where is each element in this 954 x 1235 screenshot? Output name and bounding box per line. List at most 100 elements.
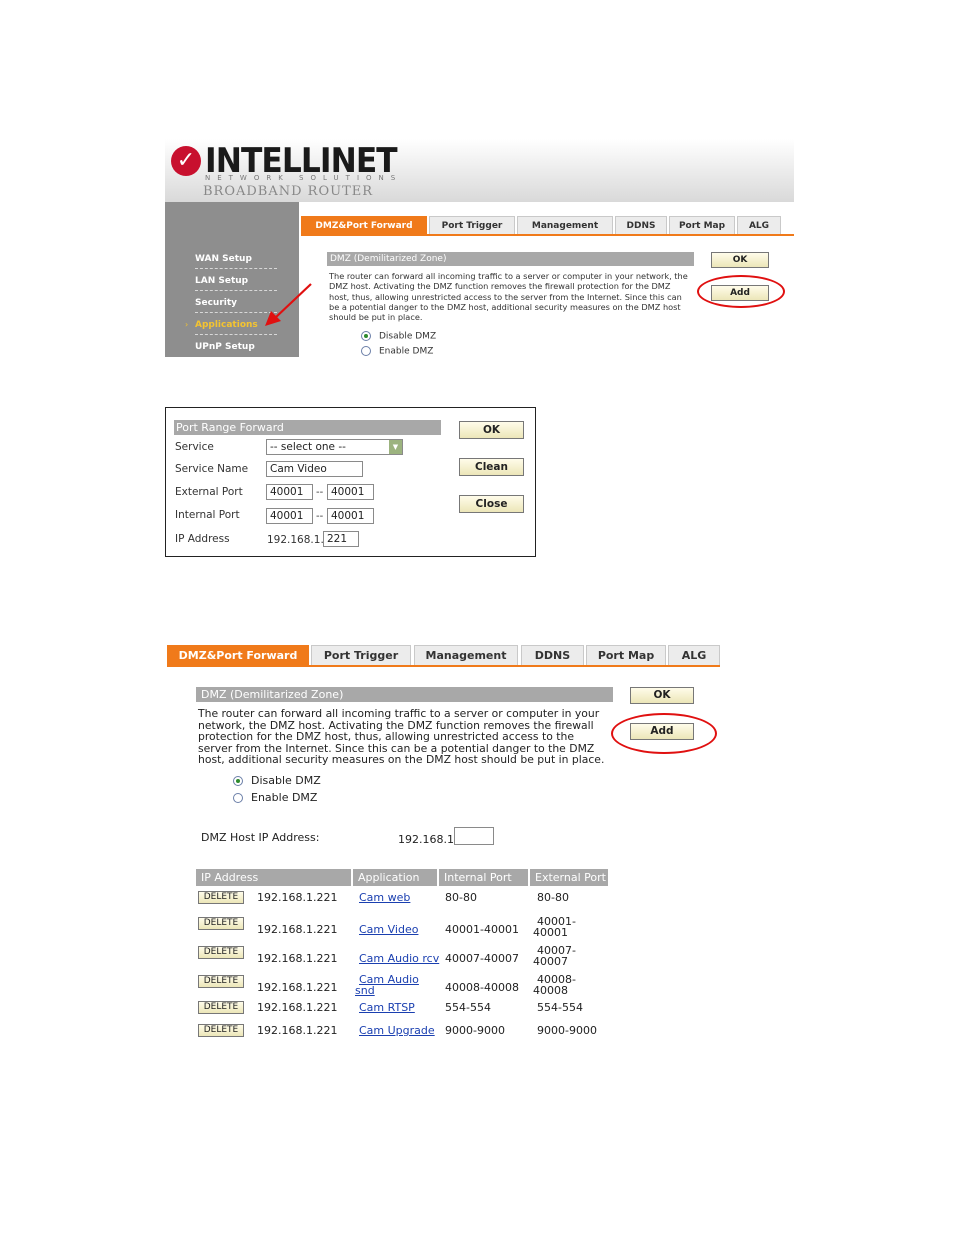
enable-dmz-option[interactable]: Enable DMZ [361,346,433,357]
enable-dmz-radio[interactable] [233,793,243,803]
brand-subtitle: NETWORK SOLUTIONS [205,174,403,182]
tab-underline [167,665,720,667]
tab-dmz-port-forward[interactable]: DMZ&Port Forward [301,216,427,235]
ip-address-cell: 192.168.1.221 [257,952,338,965]
internal-port-cell: 554-554 [445,1001,491,1014]
ok-button[interactable]: OK [459,421,524,439]
service-select[interactable]: -- select one -- ▼ [266,439,403,455]
internal-port-cell: 40008-40008 [445,981,519,994]
application-link[interactable]: Cam Audio rcv [359,953,439,965]
service-select-value: -- select one -- [270,441,346,453]
internal-port-to-input[interactable]: 40001 [327,508,374,524]
delete-button[interactable]: DELETE [198,917,244,930]
col-header-external-port: External Port [530,869,608,886]
ip-address-cell: 192.168.1.221 [257,923,338,936]
external-port-cell: 40001 [533,926,568,939]
tab-alg[interactable]: ALG [668,645,720,665]
tab-port-map[interactable]: Port Map [586,645,666,665]
dmz-description: The router can forward all incoming traf… [198,707,605,767]
chevron-right-icon: › [185,320,189,329]
dmz-host-ip-input[interactable] [454,827,494,845]
tab-ddns[interactable]: DDNS [521,645,584,665]
dmz-host-ip-prefix: 192.168.1. [398,833,458,846]
disable-dmz-radio[interactable] [233,776,243,786]
disable-dmz-label: Disable DMZ [251,774,321,787]
enable-dmz-label: Enable DMZ [251,791,318,804]
tab-dmz-port-forward[interactable]: DMZ&Port Forward [167,645,309,665]
tab-underline [301,234,794,236]
service-name-input[interactable]: Cam Video [266,461,363,477]
ip-address-cell: 192.168.1.221 [257,981,338,994]
highlight-circle [697,275,785,308]
enable-dmz-label: Enable DMZ [379,346,434,357]
delete-button[interactable]: DELETE [198,946,244,959]
col-header-ip-address: IP Address [196,869,351,886]
tab-ddns[interactable]: DDNS [615,216,667,235]
delete-button[interactable]: DELETE [198,891,244,904]
section-title: DMZ (Demilitarized Zone) [196,687,613,702]
intellinet-check-icon: ✓ [171,146,201,176]
port-range-forward-dialog: Port Range Forward Service -- select one… [165,407,536,557]
delete-button[interactable]: DELETE [198,1001,244,1014]
external-port-cell: 9000-9000 [537,1024,597,1037]
sidebar-item-upnp-setup[interactable]: UPnP Setup [195,336,277,356]
disable-dmz-radio[interactable] [361,331,371,341]
delete-button[interactable]: DELETE [198,975,244,988]
internal-port-cell: 80-80 [445,891,477,904]
external-port-to-input[interactable]: 40001 [327,484,374,500]
close-button[interactable]: Close [459,495,524,513]
disable-dmz-label: Disable DMZ [379,331,437,342]
ip-address-cell: 192.168.1.221 [257,1024,338,1037]
range-separator: -- [316,487,324,498]
external-port-from-input[interactable]: 40001 [266,484,313,500]
ip-prefix: 192.168.1. [267,534,324,546]
ip-suffix-input[interactable]: 221 [323,531,359,547]
external-port-cell: 80-80 [537,891,569,904]
router-dmz-panel-top: ✓ INTELLINET NETWORK SOLUTIONS BROADBAND… [165,139,794,357]
ok-button[interactable]: OK [630,687,694,704]
ip-address-cell: 192.168.1.221 [257,891,338,904]
tab-alg[interactable]: ALG [737,216,781,235]
tab-management[interactable]: Management [414,645,518,665]
sidebar-item-wan-setup[interactable]: WAN Setup [195,248,277,269]
section-title: DMZ (Demilitarized Zone) [327,252,694,266]
col-header-application: Application [353,869,437,886]
tab-port-trigger[interactable]: Port Trigger [311,645,411,665]
dialog-title: Port Range Forward [174,420,441,435]
application-link[interactable]: Cam Upgrade [359,1025,435,1037]
external-port-cell: 554-554 [537,1001,583,1014]
enable-dmz-option[interactable]: Enable DMZ [233,791,317,804]
tab-port-trigger[interactable]: Port Trigger [429,216,515,235]
internal-port-cell: 40001-40001 [445,923,519,936]
tab-port-map[interactable]: Port Map [669,216,735,235]
red-arrow-icon [265,283,312,326]
router-dmz-panel-bottom: DMZ&Port Forward Port Trigger Management… [165,645,725,1045]
clean-button[interactable]: Clean [459,458,524,476]
disable-dmz-option[interactable]: Disable DMZ [233,774,321,787]
application-link[interactable]: Cam RTSP [359,1002,415,1014]
external-port-label: External Port [175,486,243,498]
tab-management[interactable]: Management [517,216,613,235]
ip-address-cell: 192.168.1.221 [257,1001,338,1014]
internal-port-from-input[interactable]: 40001 [266,508,313,524]
service-label: Service [175,441,214,453]
highlight-circle [611,713,717,754]
tab-bar: DMZ&Port Forward Port Trigger Management… [167,645,727,666]
dmz-description: The router can forward all incoming traf… [329,271,688,323]
chevron-down-icon[interactable]: ▼ [389,440,402,454]
application-link[interactable]: snd [355,985,375,997]
application-link[interactable]: Cam web [359,892,410,904]
ok-button[interactable]: OK [711,252,769,268]
ip-address-label: IP Address [175,533,230,545]
product-name: BROADBAND ROUTER [203,184,374,199]
dmz-host-ip-label: DMZ Host IP Address: [201,831,320,844]
delete-button[interactable]: DELETE [198,1024,244,1037]
disable-dmz-option[interactable]: Disable DMZ [361,331,436,342]
internal-port-cell: 40007-40007 [445,952,519,965]
internal-port-label: Internal Port [175,509,240,521]
enable-dmz-radio[interactable] [361,346,371,356]
range-separator: -- [316,511,324,522]
application-link[interactable]: Cam Video [359,924,418,936]
service-name-label: Service Name [175,463,249,475]
external-port-cell: 40008 [533,984,568,997]
